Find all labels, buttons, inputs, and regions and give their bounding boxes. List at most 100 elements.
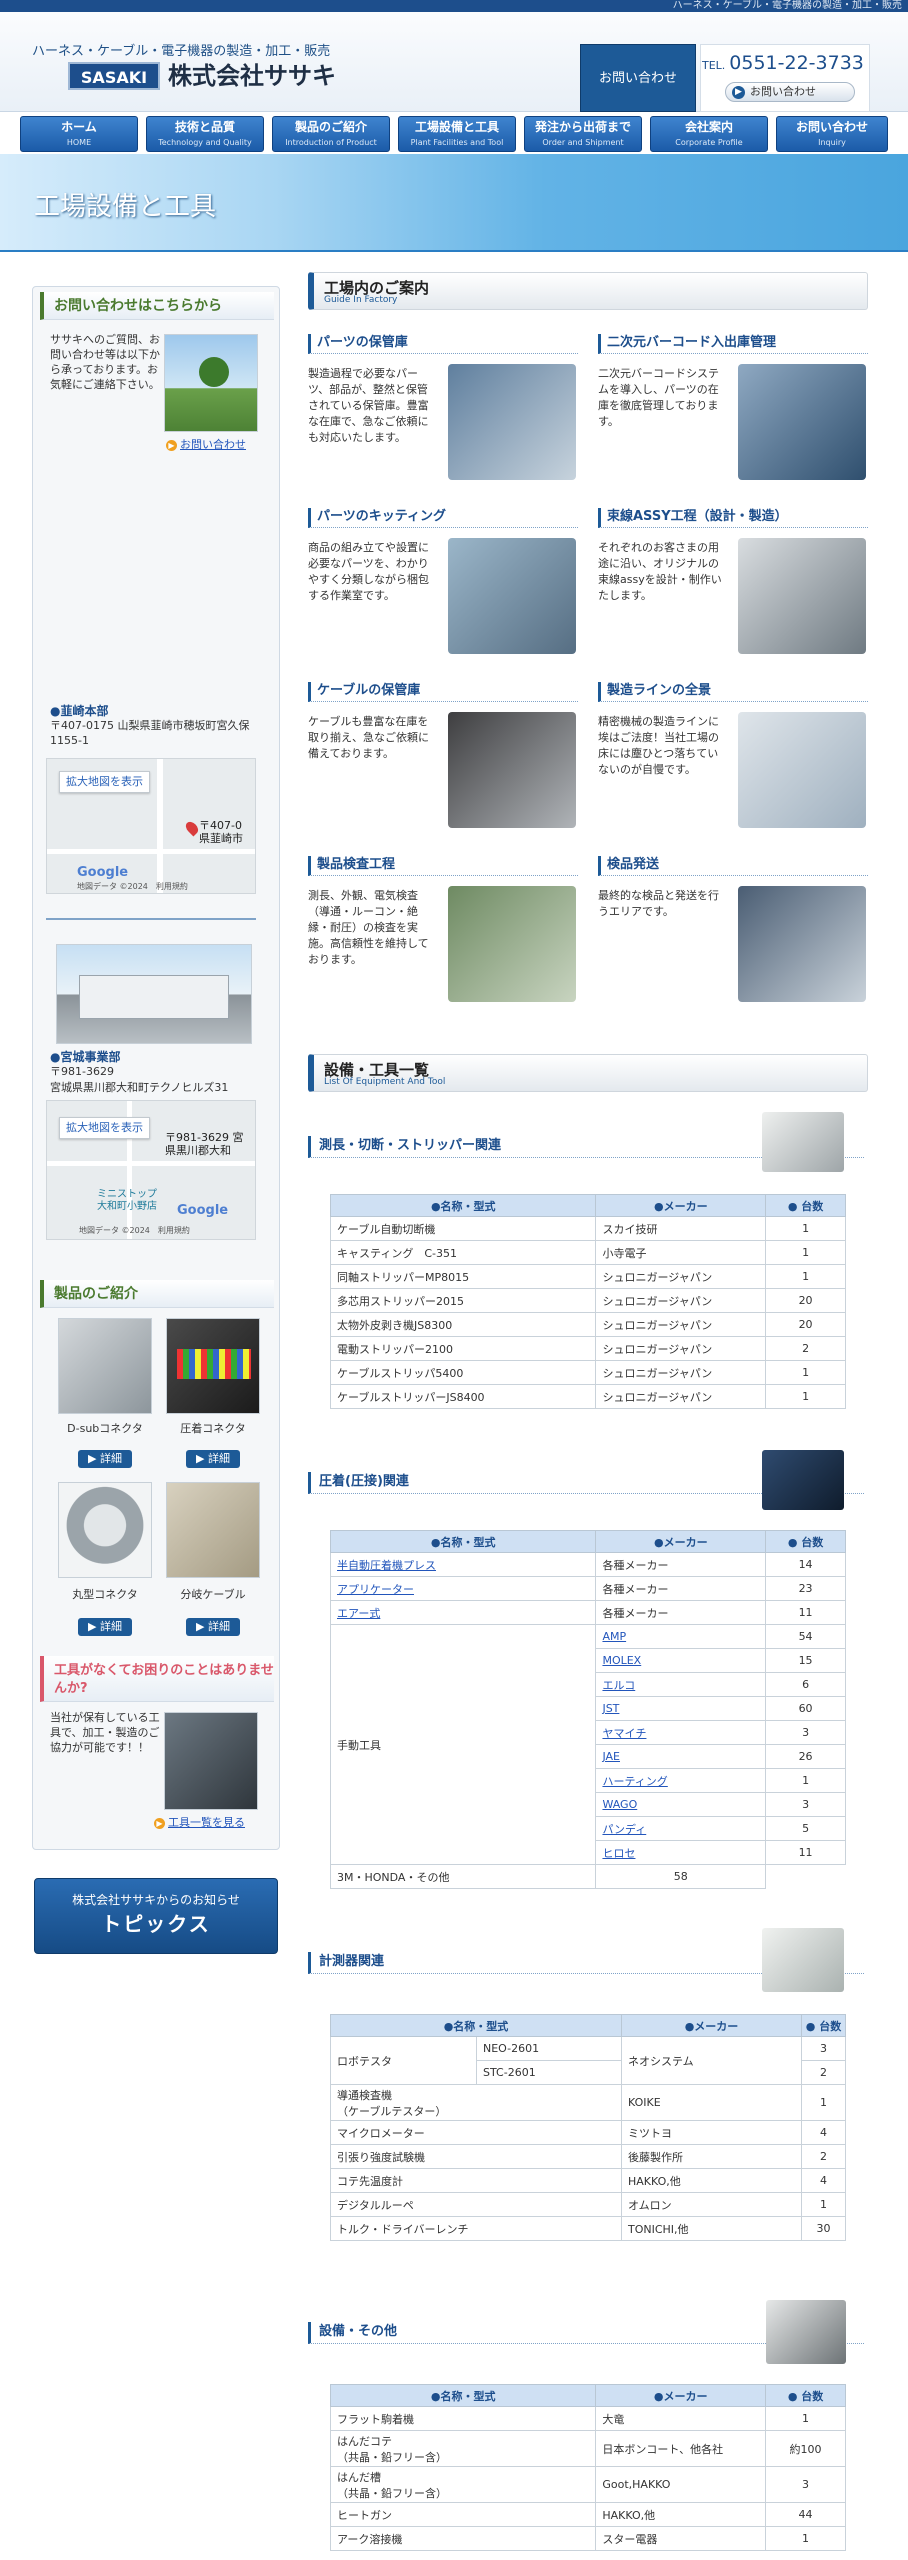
column-header: ● 台数: [765, 1530, 846, 1553]
equipment-count: 20: [765, 1312, 846, 1337]
column-header: ●名称・型式: [329, 1530, 597, 1553]
office1-map[interactable]: 拡大地図を表示 〒407-0 県韮崎市 Google 地図データ ©2024 利…: [46, 758, 256, 894]
nav-sublabel: Technology and Quality: [158, 138, 252, 147]
equipment-count: 1: [801, 2084, 846, 2121]
nav-inquiry[interactable]: お問い合わせ Inquiry: [776, 116, 888, 152]
guide-item-text: 最終的な検品と発送を行うエリアです。: [598, 889, 719, 918]
maker-link[interactable]: エルコ: [602, 1679, 635, 1692]
product-detail-button[interactable]: ▶ 詳細: [78, 1618, 132, 1636]
guide-item-title: 検品発送: [598, 856, 868, 876]
sidebar-tools-link[interactable]: ▶ 工具一覧を見る: [154, 1814, 245, 1830]
equipment-maker: オムロン: [621, 2192, 802, 2217]
nav-product[interactable]: 製品のご紹介 Introduction of Product: [272, 116, 390, 152]
topics-line1: 株式会社ササキからのお知らせ: [72, 1893, 240, 1907]
maker-link[interactable]: WAGO: [602, 1798, 637, 1811]
maker-link[interactable]: ヤマイチ: [602, 1727, 646, 1740]
guide-item-text: ケーブルも豊富な在庫を取り揃え、急なご依頼に備えております。: [308, 715, 429, 760]
maker-link[interactable]: ヒロセ: [602, 1847, 635, 1860]
topics-banner[interactable]: 株式会社ササキからのお知らせ トピックス: [34, 1878, 278, 1954]
guide-item-title: 束線ASSY工程（設計・製造）: [598, 508, 868, 528]
equipment-name: 電動ストリッパー2100: [329, 1336, 597, 1361]
equipment-maker: 各種メーカー: [595, 1576, 767, 1601]
table-header-row: ●名称・型式 ●メーカー ● 台数: [329, 1194, 846, 1217]
equipment-name: デジタルルーペ: [330, 2192, 622, 2217]
equipment-count: 3: [801, 2036, 846, 2061]
tel-contact-label: お問い合わせ: [750, 85, 816, 98]
sidebar-contact-link-label: お問い合わせ: [180, 438, 246, 451]
nav-company[interactable]: 会社案内 Corporate Profile: [650, 116, 768, 152]
nav-technology[interactable]: 技術と品質 Technology and Quality: [146, 116, 264, 152]
equipment-count: 1: [765, 2526, 846, 2551]
column-header: ● 台数: [765, 2384, 846, 2407]
equipment-count: 1: [765, 1384, 846, 1409]
guide-subtitle: Guide In Factory: [324, 295, 398, 305]
office2-address: 宮城県黒川郡大和町テクノヒルズ31: [50, 1081, 229, 1094]
site-header: ハーネス・ケーブル・電子機器の製造・加工・販売 SASAKI 株式会社ササキ お…: [0, 12, 908, 112]
product-detail-button[interactable]: ▶ 詳細: [186, 1450, 240, 1468]
equipment-maker: ヒロセ: [595, 1840, 767, 1865]
logo[interactable]: SASAKI: [68, 62, 160, 90]
maker-link[interactable]: パンディ: [602, 1823, 646, 1836]
equipment-count: 1: [765, 1360, 846, 1385]
equipment-link[interactable]: 半自動圧着機プレス: [337, 1559, 436, 1572]
product-detail-button[interactable]: ▶ 詳細: [186, 1618, 240, 1636]
equipment-maker: パンディ: [595, 1816, 767, 1841]
header-contact-button[interactable]: お問い合わせ: [580, 44, 696, 112]
detail-label: 詳細: [207, 1452, 230, 1465]
equipment-name: トルク・ドライバーレンチ: [330, 2216, 622, 2241]
equipment-link[interactable]: アプリケーター: [337, 1583, 414, 1596]
equipment-maker: TONICHI,他: [621, 2216, 802, 2241]
equipment-maker: JAE: [595, 1744, 767, 1769]
nav-order[interactable]: 発注から出荷まで Order and Shipment: [524, 116, 642, 152]
maker-link[interactable]: JST: [602, 1702, 619, 1715]
table-row: コテ先温度計 HAKKO,他 4: [330, 2168, 846, 2193]
guide-item-photo: [738, 712, 866, 828]
maker-link[interactable]: AMP: [602, 1630, 626, 1643]
nav-label: 工場設備と工具: [414, 120, 499, 134]
equipment-count: 14: [765, 1552, 846, 1577]
guide-item-text: それぞれのお客さまの用途に沿い、オリジナルの束線assyを設計・制作いたします。: [598, 541, 722, 602]
equipment-count: 4: [801, 2120, 846, 2145]
guide-item-text: 製造過程で必要なパーツ、部品が、整然と保管されている保管庫。豊富な在庫で、急なご…: [308, 367, 429, 444]
sidebar-products-title: 製品のご紹介: [40, 1280, 274, 1308]
table-row: 引張り強度試験機 後藤製作所 2: [330, 2144, 846, 2169]
table-header-row: ●名称・型式 ●メーカー ● 台数: [329, 1530, 846, 1553]
tel-contact-link[interactable]: ▶ お問い合わせ: [725, 82, 855, 102]
nav-label: 発注から出荷まで: [534, 120, 631, 134]
table-row: 電動ストリッパー2100 シュロニガージャパン 2: [329, 1336, 846, 1361]
column-header: ●メーカー: [595, 1530, 767, 1553]
equipment-link[interactable]: エアー式: [337, 1607, 380, 1620]
equipment-model: NEO-2601: [476, 2036, 622, 2061]
equipment-name: アーク溶接機: [329, 2526, 597, 2551]
guide-item-text: 商品の組み立てや設置に必要なパーツを、わかりやすく分類しながら梱包する作業室です…: [308, 541, 429, 602]
nav-sublabel: Corporate Profile: [675, 138, 743, 147]
guide-item-photo: [738, 364, 866, 480]
maker-link[interactable]: MOLEX: [602, 1654, 641, 1667]
equipment-count: 1: [765, 1240, 846, 1265]
cat3-photo: [762, 1928, 844, 1992]
product-caption: 分岐ケーブル: [180, 1588, 246, 1601]
office2-map[interactable]: 拡大地図を表示 〒981-3629 宮 県黒川郡大和 ミニストップ 大和町小野店…: [46, 1100, 256, 1240]
nav-label: お問い合わせ: [795, 120, 868, 134]
equipment-maker: スカイ技研: [595, 1216, 767, 1241]
office1-map-expand[interactable]: 拡大地図を表示: [59, 771, 150, 793]
maker-link[interactable]: ハーティング: [602, 1775, 667, 1788]
sidebar-tools-text: 当社が保有している工具で、加工・製造のご協力が可能です！！: [50, 1711, 160, 1754]
nav-sublabel: Plant Facilities and Tool: [410, 138, 504, 147]
sidebar-tools-title: 工具がなくてお困りのことはありませんか?: [40, 1656, 274, 1702]
equipment-count: 44: [765, 2502, 846, 2527]
nav-label: 会社案内: [684, 120, 733, 134]
tel-value: 0551-22-3733: [729, 52, 864, 74]
product-detail-button[interactable]: ▶ 詳細: [78, 1450, 132, 1468]
office2-map-expand[interactable]: 拡大地図を表示: [59, 1117, 150, 1139]
nav-sublabel: Inquiry: [818, 138, 846, 147]
nav-plant[interactable]: 工場設備と工具 Plant Facilities and Tool: [398, 116, 516, 152]
map-pin-icon: [183, 819, 201, 837]
maker-link[interactable]: JAE: [602, 1750, 620, 1763]
nav-home[interactable]: ホーム HOME: [20, 116, 138, 152]
sidebar-contact-link[interactable]: ▶ お問い合わせ: [166, 436, 246, 452]
table-row: はんだコテ （共晶・鉛フリー含） 日本ボンコート、他各社 約100: [329, 2430, 846, 2467]
equipment-maker: シュロニガージャパン: [595, 1384, 767, 1409]
equipment-count: 約100: [765, 2430, 846, 2467]
equipment-model: STC-2601: [476, 2060, 622, 2085]
